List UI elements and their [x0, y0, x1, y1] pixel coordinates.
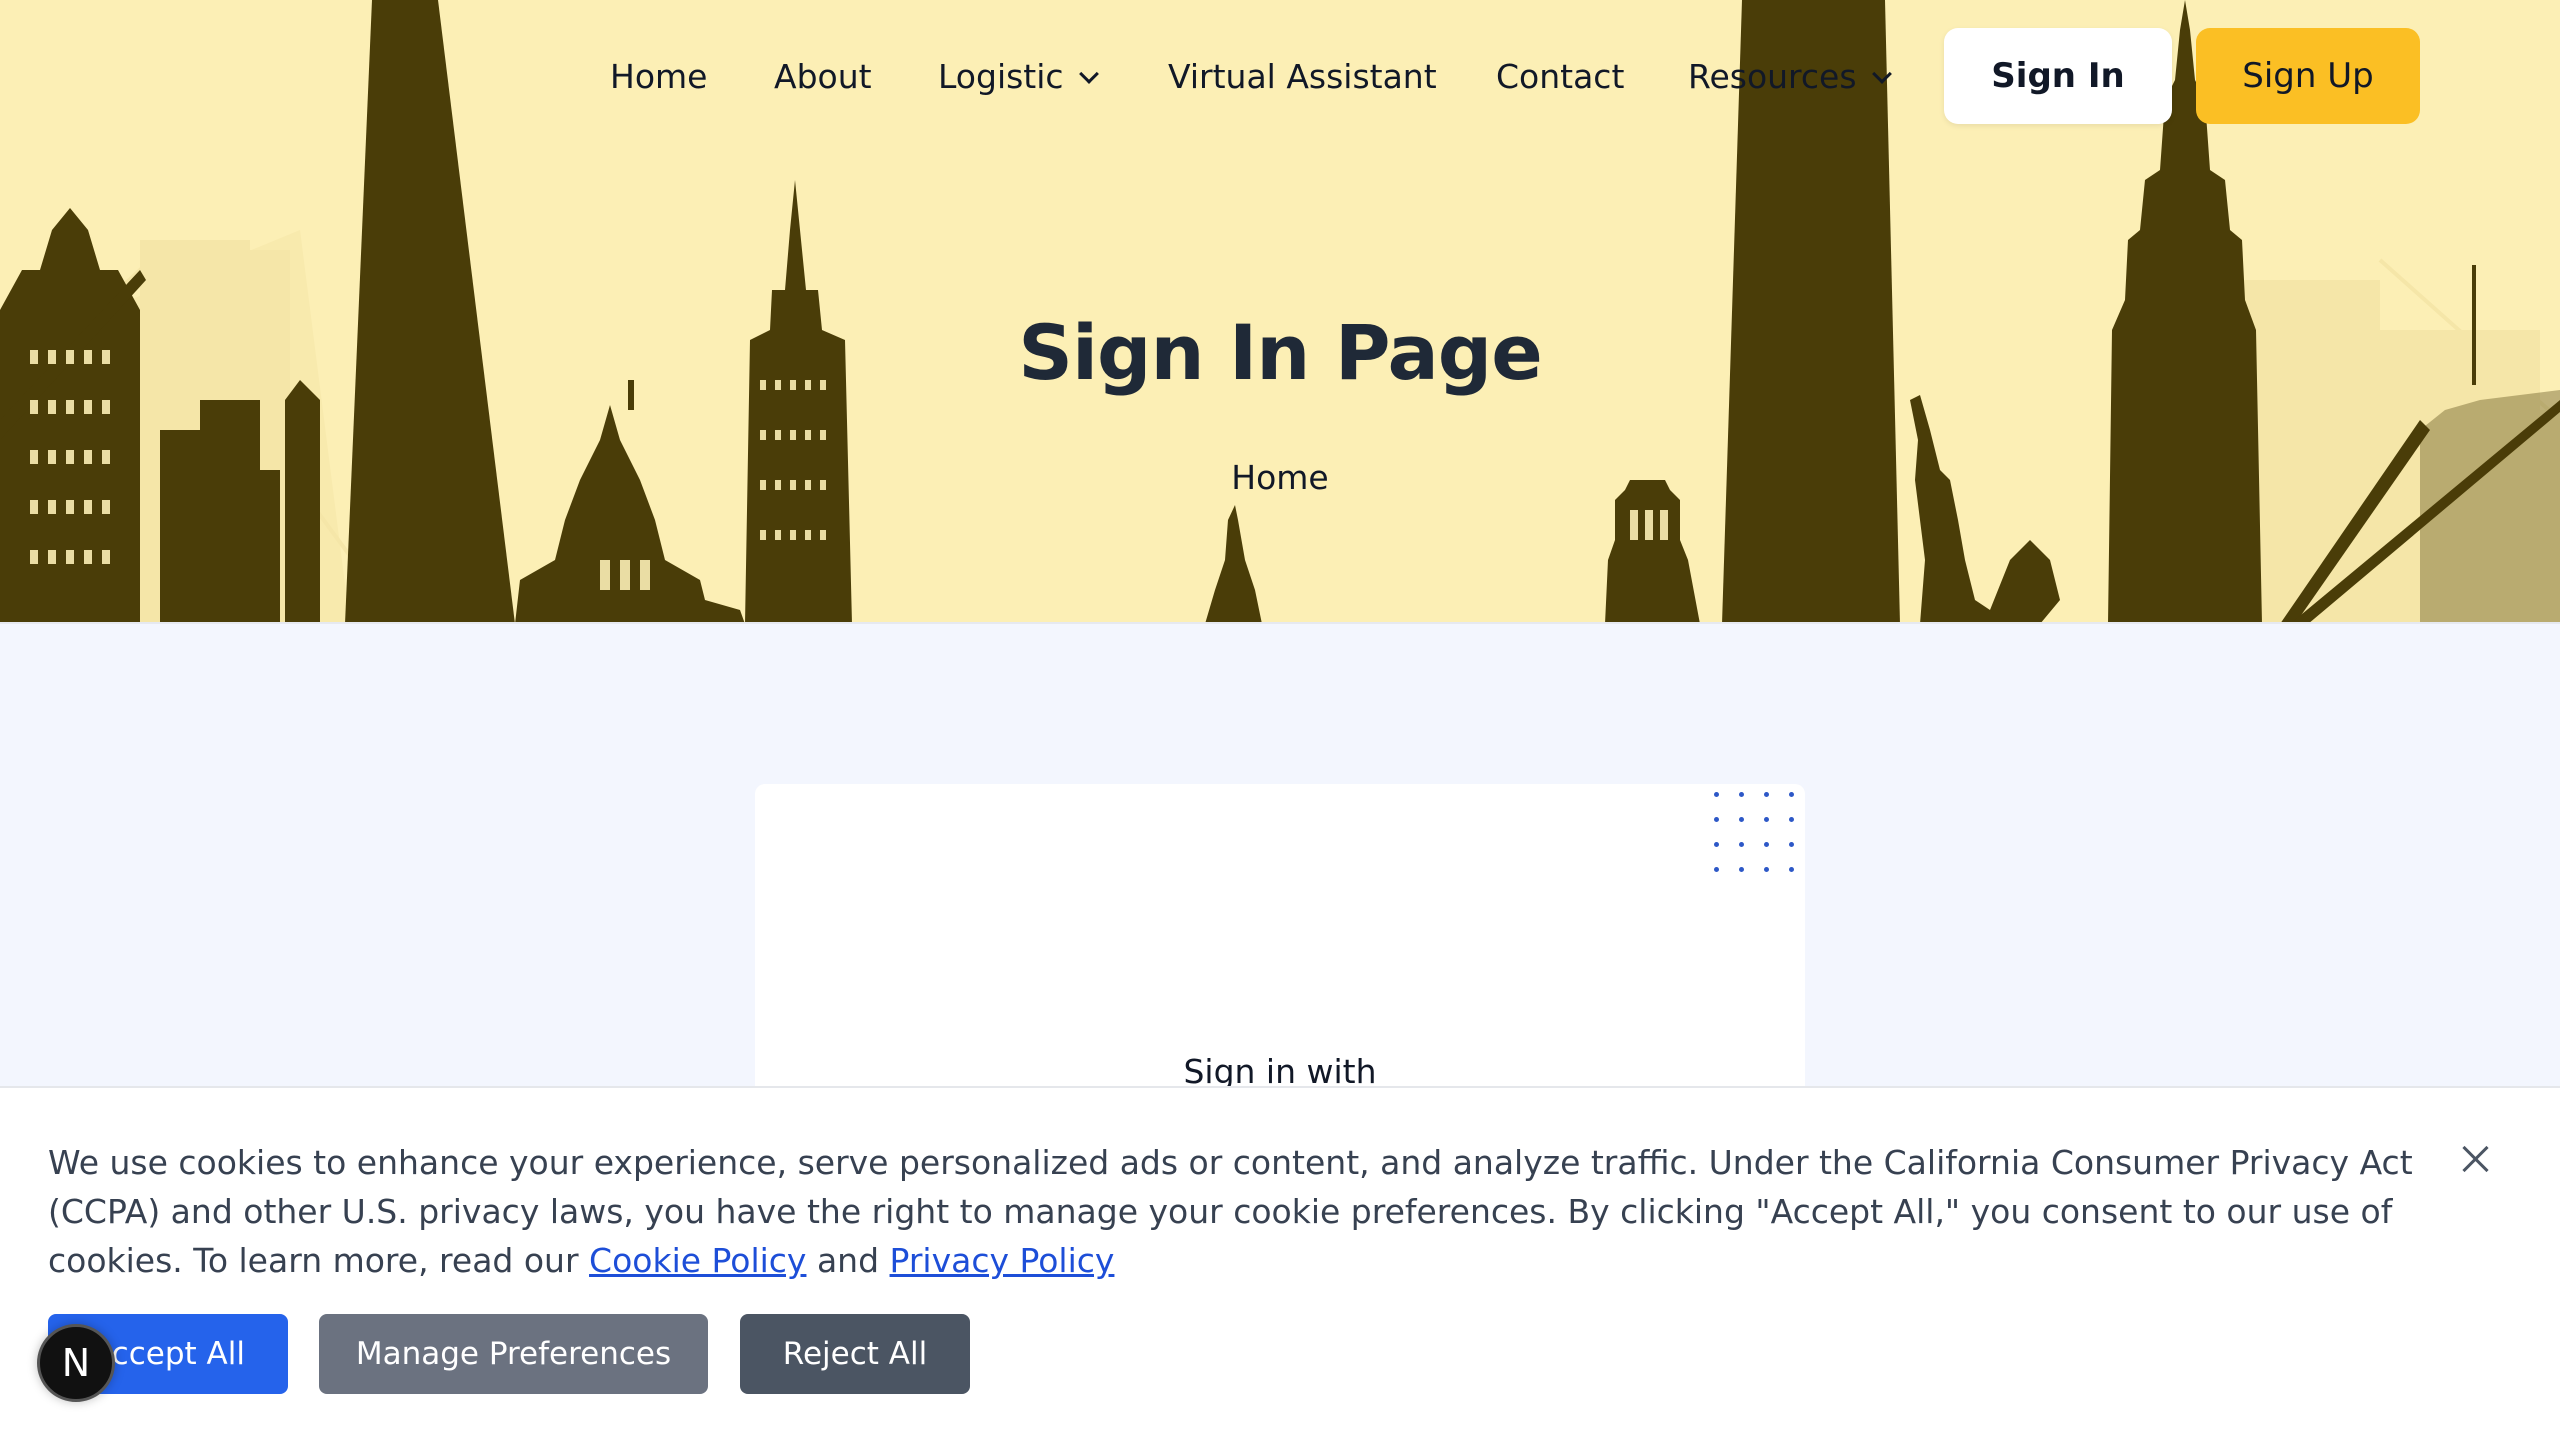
cookie-consent-banner: We use cookies to enhance your experienc…	[0, 1086, 2560, 1440]
nav-about-link[interactable]: About	[774, 56, 872, 98]
cookie-and-text: and	[806, 1241, 890, 1280]
nav-virtual-assistant-link[interactable]: Virtual Assistant	[1168, 56, 1437, 98]
nav-logistic-label: Logistic	[938, 57, 1064, 96]
nav-resources-label: Resources	[1688, 57, 1857, 96]
close-icon[interactable]	[2456, 1140, 2496, 1180]
sign-in-button[interactable]: Sign In	[1944, 28, 2172, 124]
breadcrumb: Home	[0, 458, 2560, 497]
cookie-text-body: We use cookies to enhance your experienc…	[48, 1143, 2413, 1280]
cookie-policy-link[interactable]: Cookie Policy	[589, 1241, 806, 1280]
nextjs-badge-icon[interactable]: N	[37, 1324, 115, 1402]
top-navigation: Home About Logistic Virtual Assistant Co…	[0, 28, 2560, 126]
decorative-dot-grid	[1712, 790, 1802, 874]
breadcrumb-home-link[interactable]: Home	[1231, 458, 1328, 497]
chevron-down-icon	[1078, 64, 1099, 84]
sign-up-button[interactable]: Sign Up	[2196, 28, 2420, 124]
chevron-down-icon	[1871, 64, 1892, 84]
nav-contact-link[interactable]: Contact	[1496, 56, 1624, 98]
manage-preferences-button[interactable]: Manage Preferences	[319, 1314, 708, 1394]
reject-all-button[interactable]: Reject All	[740, 1314, 970, 1394]
nav-resources-dropdown[interactable]: Resources	[1688, 56, 1892, 98]
nav-logistic-dropdown[interactable]: Logistic	[938, 56, 1099, 98]
privacy-policy-link[interactable]: Privacy Policy	[890, 1241, 1115, 1280]
nav-home-link[interactable]: Home	[610, 56, 707, 98]
page-title: Sign In Page	[1018, 308, 1543, 397]
cookie-consent-text: We use cookies to enhance your experienc…	[48, 1138, 2428, 1285]
